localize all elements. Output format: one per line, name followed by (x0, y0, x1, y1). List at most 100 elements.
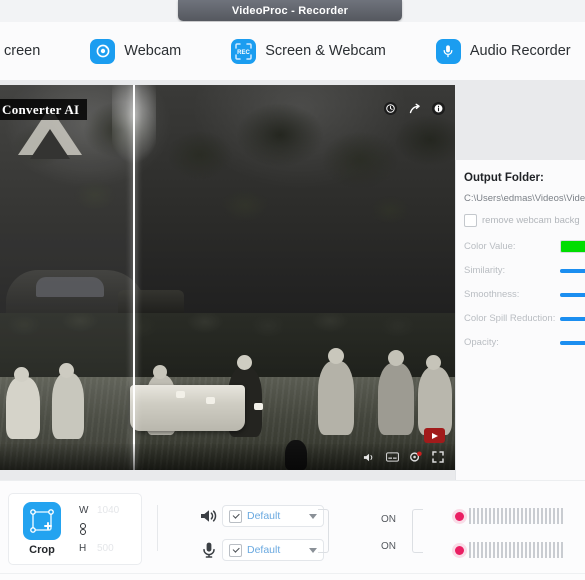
remove-webcam-background-checkbox[interactable]: remove webcam backg (464, 214, 585, 227)
setting-row-smoothness: Smoothness: (464, 288, 585, 301)
video-overlay-title: Converter AI (0, 99, 88, 120)
meter-route-bracket (412, 509, 423, 553)
scene-person (388, 350, 404, 366)
color-value-swatch[interactable] (560, 240, 585, 253)
main-content: Converter AI Output Folder: C:\Users\edm… (0, 80, 585, 560)
audio-device-section: Default Default (196, 501, 324, 569)
scene-person (237, 355, 252, 370)
crop-button[interactable]: Crop (19, 502, 65, 556)
crop-height-value[interactable]: 500 (97, 543, 114, 554)
tab-webcam-label: Webcam (124, 43, 182, 59)
speaker-enabled-checkbox[interactable] (229, 509, 242, 523)
speaker-state-label[interactable]: ON (381, 514, 396, 525)
settings-icon[interactable] (408, 451, 422, 463)
tab-webcam[interactable]: Webcam (76, 22, 195, 80)
tab-screen-and-webcam[interactable]: REC Screen & Webcam (217, 22, 400, 80)
output-folder-path[interactable]: C:\Users\edmas\Videos\VideoP (464, 193, 585, 204)
microphone-icon (435, 38, 461, 64)
setting-row-opacity: Opacity: (464, 336, 585, 349)
crop-button-label: Crop (29, 544, 55, 556)
record-indicator-icon (455, 511, 464, 521)
smoothness-slider[interactable] (560, 293, 585, 297)
setting-row-color-value: Color Value: (464, 240, 585, 253)
tab-audio-recorder[interactable]: Audio Recorder (422, 22, 585, 80)
opacity-label: Opacity: (464, 337, 499, 348)
bottom-separator (0, 573, 585, 574)
scene-table (130, 385, 245, 431)
chevron-down-icon (309, 513, 317, 519)
microphone-state-label[interactable]: ON (381, 541, 396, 552)
microphone-icon[interactable] (196, 541, 222, 559)
crop-dimensions: W 1040 H 500 (79, 503, 119, 556)
crop-card: Crop W 1040 H 500 (8, 493, 142, 565)
speaker-level-meter (455, 501, 563, 531)
chevron-down-icon (309, 547, 317, 553)
share-icon[interactable] (408, 102, 421, 115)
microphone-level-meter (455, 535, 563, 565)
tab-audio-recorder-label: Audio Recorder (469, 43, 571, 59)
scene-person (318, 361, 354, 435)
scene-person (378, 363, 414, 435)
scene-teacup (206, 397, 215, 404)
video-overlay-actions (384, 102, 445, 115)
similarity-label: Similarity: (464, 265, 506, 276)
microphone-meter-bars (469, 542, 563, 558)
window-title: VideoProc - Recorder (178, 0, 402, 21)
rec-icon: REC (231, 38, 257, 64)
crop-width-row: W 1040 (79, 503, 119, 518)
tab-screen-label: creen (4, 43, 41, 59)
before-after-left-pane (0, 85, 133, 470)
checkbox-box (464, 214, 477, 227)
similarity-slider[interactable] (560, 269, 585, 273)
fullscreen-icon[interactable] (431, 451, 445, 463)
color-value-label: Color Value: (464, 241, 516, 252)
tab-screen[interactable]: creen (0, 22, 54, 80)
microphone-device-select[interactable]: Default (222, 539, 324, 561)
aspect-lock[interactable] (79, 522, 119, 537)
smoothness-label: Smoothness: (464, 289, 520, 300)
scene-person (426, 355, 441, 370)
color-spill-reduction-slider[interactable] (560, 317, 585, 321)
crop-width-value[interactable]: 1040 (97, 505, 119, 516)
bottom-control-bar: Crop W 1040 H 500 Default Default ON ON (0, 480, 585, 580)
output-folder-label: Output Folder: (464, 172, 544, 184)
setting-row-similarity: Similarity: (464, 264, 585, 277)
speaker-device-value: Default (247, 510, 281, 522)
crop-width-key: W (79, 504, 89, 516)
video-preview[interactable]: Converter AI (0, 85, 455, 470)
webcam-icon (90, 38, 116, 64)
speaker-device-select[interactable]: Default (222, 505, 324, 527)
scene-person (153, 365, 167, 379)
link-lock-icon (80, 523, 86, 535)
svg-text:REC: REC (237, 50, 250, 56)
before-after-slider-handle[interactable] (133, 85, 135, 470)
opacity-slider[interactable] (560, 341, 585, 345)
microphone-device-row: Default (196, 535, 324, 565)
audio-level-meters (455, 501, 563, 569)
clock-icon[interactable] (384, 102, 397, 115)
crop-height-key: H (79, 542, 87, 554)
color-spill-reduction-label: Color Spill Reduction: (464, 313, 556, 324)
player-control-bar[interactable] (0, 444, 455, 470)
record-indicator-icon (455, 545, 464, 555)
subtitles-icon[interactable] (385, 451, 399, 463)
title-bar: VideoProc - Recorder (0, 0, 585, 22)
bottom-divider (157, 505, 158, 551)
setting-row-color-spill-reduction: Color Spill Reduction: (464, 312, 585, 325)
speaker-route-bracket (318, 509, 329, 553)
volume-icon[interactable] (362, 451, 376, 463)
remove-webcam-background-label: remove webcam backg (482, 215, 580, 226)
speaker-icon[interactable] (196, 508, 222, 524)
microphone-enabled-checkbox[interactable] (229, 543, 242, 557)
scene-person (418, 367, 452, 435)
youtube-logo (424, 428, 445, 443)
speaker-meter-bars (469, 508, 563, 524)
scene-teacup (254, 403, 263, 410)
mode-tab-strip: creen Webcam REC Screen & Webcam Audio R… (0, 22, 585, 81)
preview-stage[interactable]: Converter AI (0, 85, 455, 470)
video-overlay-title-text: Converter AI (2, 101, 80, 117)
videoproc-recorder-window: VideoProc - Recorder creen Webcam REC Sc… (0, 0, 585, 580)
tab-screen-and-webcam-label: Screen & Webcam (265, 43, 386, 59)
scene-person (328, 348, 344, 364)
info-icon[interactable] (432, 102, 445, 115)
